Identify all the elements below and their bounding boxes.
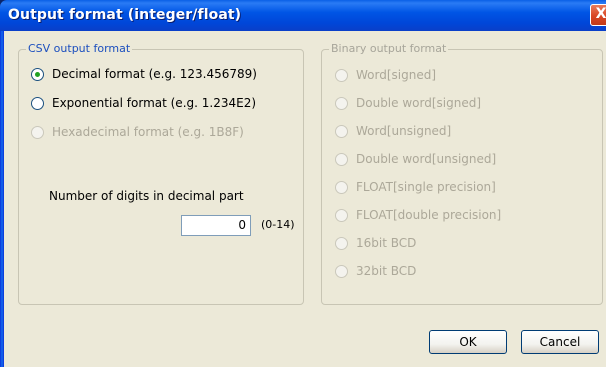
close-button[interactable]: X [590, 4, 606, 26]
csv-format-group: CSV output format Decimal format (e.g. 1… [18, 42, 304, 305]
radio-button-disabled-icon [335, 124, 348, 138]
radio-word-unsigned: Word[unsigned] [335, 122, 451, 140]
binary-format-group: Binary output format Word[signed] Double… [321, 42, 603, 305]
radio-hexadecimal-format: Hexadecimal format (e.g. 1B8F) [31, 123, 244, 141]
close-icon: X [595, 6, 606, 22]
radio-label: Word[signed] [356, 68, 437, 82]
radio-label: FLOAT[single precision] [356, 180, 496, 194]
csv-group-legend: CSV output format [26, 42, 133, 55]
decimal-digits-input[interactable]: 0 [181, 215, 251, 236]
radio-word-signed: Word[signed] [335, 66, 436, 84]
binary-group-legend: Binary output format [329, 42, 449, 55]
dialog-body: CSV output format Decimal format (e.g. 1… [4, 31, 606, 367]
radio-button-disabled-icon [335, 68, 348, 82]
cancel-button[interactable]: Cancel [521, 330, 599, 354]
radio-label: Double word[signed] [356, 96, 482, 110]
radio-label: Word[unsigned] [356, 124, 452, 138]
radio-label: Hexadecimal format (e.g. 1B8F) [52, 125, 244, 139]
radio-label: FLOAT[double precision] [356, 208, 502, 222]
radio-decimal-format[interactable]: Decimal format (e.g. 123.456789) [31, 65, 257, 83]
radio-button-disabled-icon [335, 236, 348, 250]
radio-label: Decimal format (e.g. 123.456789) [52, 67, 257, 81]
title-bar[interactable]: Output format (integer/float) X [0, 0, 606, 31]
radio-label: 32bit BCD [356, 264, 417, 278]
radio-button-disabled-icon [335, 264, 348, 278]
dialog-window: Output format (integer/float) X CSV outp… [0, 0, 606, 367]
radio-float-single: FLOAT[single precision] [335, 178, 496, 196]
radio-16bit-bcd: 16bit BCD [335, 234, 416, 252]
ok-button[interactable]: OK [429, 330, 507, 354]
radio-button-disabled-icon [31, 125, 44, 139]
radio-exponential-format[interactable]: Exponential format (e.g. 1.234E2) [31, 94, 256, 112]
radio-double-word-unsigned: Double word[unsigned] [335, 150, 496, 168]
radio-button-disabled-icon [335, 96, 348, 110]
radio-button-checked-icon[interactable] [31, 67, 44, 81]
radio-32bit-bcd: 32bit BCD [335, 262, 416, 280]
decimal-digits-label: Number of digits in decimal part [49, 189, 244, 203]
radio-label: Double word[unsigned] [356, 152, 497, 166]
dialog-title: Output format (integer/float) [8, 7, 242, 23]
radio-button-disabled-icon [335, 180, 348, 194]
radio-button-icon[interactable] [31, 96, 44, 110]
radio-button-disabled-icon [335, 208, 348, 222]
radio-double-word-signed: Double word[signed] [335, 94, 481, 112]
radio-label: 16bit BCD [356, 236, 417, 250]
radio-button-disabled-icon [335, 152, 348, 166]
radio-float-double: FLOAT[double precision] [335, 206, 501, 224]
radio-label: Exponential format (e.g. 1.234E2) [52, 96, 257, 110]
decimal-digits-range: (0-14) [261, 218, 295, 231]
